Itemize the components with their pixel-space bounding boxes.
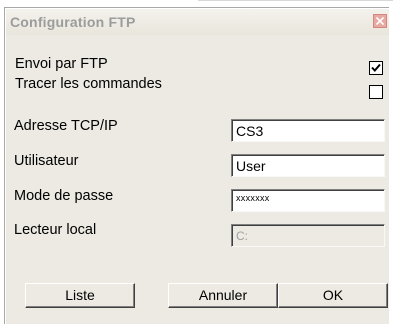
close-button[interactable] <box>373 14 387 28</box>
trace-commands-label: Tracer les commandes <box>15 76 162 92</box>
send-ftp-label: Envoi par FTP <box>15 56 108 72</box>
local-drive-input: C: <box>231 224 385 247</box>
user-input[interactable]: User <box>231 154 385 177</box>
title-bar[interactable]: Configuration FTP <box>6 9 392 35</box>
local-drive-label: Lecteur local <box>14 222 97 238</box>
password-label: Mode de passe <box>14 188 114 204</box>
ftp-config-dialog: Configuration FTP Envoi par FTP Tracer l… <box>4 7 393 324</box>
address-label: Adresse TCP/IP <box>14 118 118 134</box>
checkmark-icon <box>371 63 381 72</box>
password-input[interactable]: xxxxxxx <box>231 189 385 212</box>
window-right-edge <box>389 7 393 324</box>
background-divider <box>198 0 393 6</box>
close-icon <box>375 16 385 26</box>
ok-button[interactable]: OK <box>278 283 388 308</box>
address-input[interactable]: CS3 <box>231 119 385 142</box>
user-label: Utilisateur <box>14 153 79 169</box>
local-drive-value: C: <box>236 229 248 243</box>
send-ftp-checkbox[interactable] <box>369 61 383 75</box>
address-value: CS3 <box>236 123 264 139</box>
password-value: xxxxxxx <box>236 193 270 203</box>
list-button[interactable]: Liste <box>25 283 135 308</box>
dialog-title: Configuration FTP <box>10 14 136 30</box>
trace-commands-checkbox[interactable] <box>369 85 383 99</box>
user-value: User <box>236 158 266 174</box>
cancel-button[interactable]: Annuler <box>168 283 278 308</box>
